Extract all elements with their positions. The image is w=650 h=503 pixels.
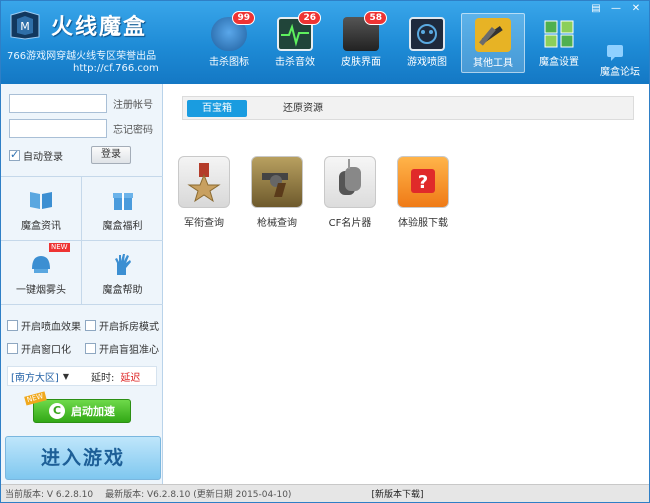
medal-icon bbox=[178, 156, 230, 208]
svg-text:?: ? bbox=[418, 172, 428, 193]
tab-restore-resources[interactable]: 还原资源 bbox=[273, 100, 333, 117]
option-checkbox[interactable] bbox=[85, 343, 96, 354]
tool-test-server-download[interactable]: ? 体验服下载 bbox=[393, 156, 453, 229]
app-logo-icon: M bbox=[9, 9, 41, 41]
question-box-icon: ? bbox=[397, 156, 449, 208]
nav-kill-icons[interactable]: 99 击杀图标 bbox=[197, 11, 261, 73]
option-checkbox[interactable] bbox=[7, 320, 18, 331]
forum-icon[interactable] bbox=[597, 45, 633, 61]
dogtag-icon bbox=[324, 156, 376, 208]
sidebar-grid: 魔盒资讯 魔盒福利 NEW 一键烟雾头 魔盒帮助 bbox=[1, 176, 163, 305]
current-version: 当前版本: V 6.2.8.10 bbox=[5, 490, 94, 500]
settings-grid-icon bbox=[541, 17, 577, 51]
spray-mask-icon bbox=[409, 17, 445, 51]
svg-text:M: M bbox=[20, 20, 30, 33]
option-demolish-mode[interactable]: 开启拆房模式 bbox=[85, 318, 159, 333]
register-link[interactable]: 注册帐号 bbox=[113, 96, 153, 111]
main-panel: 百宝箱 还原资源 军衔查询 枪械查询 CF名片器 ? 体验服下载 bbox=[164, 84, 649, 484]
sidebar-item-welfare[interactable]: 魔盒福利 bbox=[82, 177, 163, 241]
tab-treasure-box[interactable]: 百宝箱 bbox=[187, 100, 247, 117]
sidebar-item-news[interactable]: 魔盒资讯 bbox=[1, 177, 82, 241]
help-hand-icon bbox=[110, 251, 136, 277]
tool-weapon-query[interactable]: 枪械查询 bbox=[247, 156, 307, 229]
option-blood-effect[interactable]: 开启喷血效果 bbox=[7, 318, 81, 333]
password-input[interactable] bbox=[9, 119, 107, 138]
tool-cf-card[interactable]: CF名片器 bbox=[320, 156, 380, 229]
revolver-icon bbox=[251, 156, 303, 208]
option-checkbox[interactable] bbox=[7, 343, 18, 354]
latest-version: 最新版本: V6.2.8.10 (更新日期 2015-04-10) bbox=[105, 490, 292, 500]
password-row: 忘记密码 bbox=[9, 119, 153, 138]
nav-forum-label[interactable]: 魔盒论坛 bbox=[597, 63, 643, 78]
app-window: M 火线魔盒 766游戏网穿越火线专区荣誉出品 http://cf.766.co… bbox=[0, 0, 650, 503]
gift-icon bbox=[110, 187, 136, 213]
badge-count: 99 bbox=[232, 11, 255, 25]
option-windowed[interactable]: 开启窗口化 bbox=[7, 341, 71, 356]
tab-bar: 百宝箱 还原资源 bbox=[182, 96, 634, 120]
sidebar: 注册帐号 忘记密码 自动登录 登录 魔盒资讯 魔盒福利 bbox=[1, 84, 163, 484]
auto-login-label: 自动登录 bbox=[23, 152, 63, 163]
tool-label: CF名片器 bbox=[328, 218, 372, 229]
enter-game-button[interactable]: 进入游戏 bbox=[5, 436, 161, 480]
auto-login-checkbox[interactable] bbox=[9, 148, 20, 161]
option-label: 开启窗口化 bbox=[21, 345, 71, 356]
nav-label: 其他工具 bbox=[473, 58, 513, 69]
tool-label: 枪械查询 bbox=[257, 218, 297, 229]
app-url: http://cf.766.com bbox=[73, 63, 159, 74]
sidebar-item-label: 魔盒帮助 bbox=[102, 285, 143, 296]
tool-rank-query[interactable]: 军衔查询 bbox=[174, 156, 234, 229]
news-book-icon bbox=[28, 187, 54, 213]
app-title: 火线魔盒 bbox=[51, 15, 148, 40]
nav-label: 游戏喷图 bbox=[407, 57, 447, 68]
nav-other-tools[interactable]: 其他工具 bbox=[461, 13, 525, 73]
sidebar-item-smoke[interactable]: NEW 一键烟雾头 bbox=[1, 241, 82, 305]
nav-kill-sounds[interactable]: 26 击杀音效 bbox=[263, 11, 327, 73]
start-accelerate-button[interactable]: C 启动加速 bbox=[33, 399, 131, 423]
window-controls: ▤ — ✕ bbox=[589, 3, 643, 15]
badge-count: 58 bbox=[364, 11, 387, 25]
header-bar: M 火线魔盒 766游戏网穿越火线专区荣誉出品 http://cf.766.co… bbox=[1, 1, 649, 84]
latency-label: 延时: bbox=[90, 372, 115, 384]
nav-label: 皮肤界面 bbox=[341, 57, 381, 68]
sidebar-item-label: 魔盒福利 bbox=[102, 221, 143, 232]
minimize-icon[interactable]: — bbox=[609, 3, 623, 15]
smoke-helmet-icon bbox=[28, 251, 54, 277]
new-version-download-link[interactable]: [新版本下载] bbox=[371, 487, 423, 500]
option-checkbox[interactable] bbox=[85, 320, 96, 331]
server-selector[interactable]: [南方大区] ▼ 延时: 延迟 bbox=[7, 366, 157, 386]
app-subtitle: 766游戏网穿越火线专区荣誉出品 bbox=[7, 51, 157, 62]
tools-icon bbox=[475, 18, 511, 52]
tool-label: 军衔查询 bbox=[184, 218, 224, 229]
nav-label: 击杀图标 bbox=[209, 57, 249, 68]
option-blind-crosshair[interactable]: 开启盲狙准心 bbox=[85, 341, 159, 356]
sidebar-item-help[interactable]: 魔盒帮助 bbox=[82, 241, 163, 305]
sidebar-item-label: 魔盒资讯 bbox=[21, 221, 61, 232]
accelerate-icon: C bbox=[49, 403, 65, 419]
top-nav: 99 击杀图标 26 击杀音效 58 皮肤界面 游戏喷图 其他工具 魔盒设置 bbox=[197, 11, 593, 79]
option-label: 开启拆房模式 bbox=[99, 322, 159, 333]
option-label: 开启盲狙准心 bbox=[99, 345, 159, 356]
username-row: 注册帐号 bbox=[9, 94, 153, 113]
sidebar-item-label: 一键烟雾头 bbox=[16, 285, 66, 296]
close-icon[interactable]: ✕ bbox=[629, 3, 643, 15]
option-label: 开启喷血效果 bbox=[21, 322, 81, 333]
new-tag: NEW bbox=[49, 243, 70, 252]
nav-label: 击杀音效 bbox=[275, 57, 315, 68]
accelerate-label: 启动加速 bbox=[71, 405, 115, 418]
latency-value: 延迟 bbox=[120, 372, 141, 384]
chevron-down-icon[interactable]: ▼ bbox=[63, 372, 69, 381]
menu-icon[interactable]: ▤ bbox=[589, 3, 603, 15]
status-bar: 当前版本: V 6.2.8.10 最新版本: V6.2.8.10 (更新日期 2… bbox=[1, 484, 649, 502]
username-input[interactable] bbox=[9, 94, 107, 113]
nav-settings[interactable]: 魔盒设置 bbox=[527, 13, 591, 73]
tool-label: 体验服下载 bbox=[398, 218, 448, 229]
nav-label: 魔盒设置 bbox=[539, 57, 579, 68]
nav-skins[interactable]: 58 皮肤界面 bbox=[329, 11, 393, 73]
badge-count: 26 bbox=[298, 11, 321, 25]
nav-sprays[interactable]: 游戏喷图 bbox=[395, 13, 459, 73]
forgot-password-link[interactable]: 忘记密码 bbox=[113, 121, 153, 136]
server-name: [南方大区] bbox=[11, 372, 59, 384]
login-button[interactable]: 登录 bbox=[91, 146, 131, 164]
auto-login-row[interactable]: 自动登录 bbox=[9, 148, 63, 163]
